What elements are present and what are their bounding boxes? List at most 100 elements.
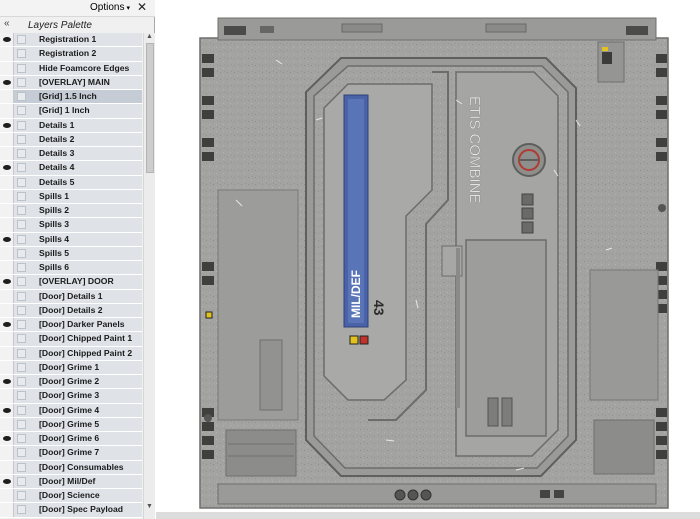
visibility-toggle[interactable] — [0, 218, 14, 232]
layer-lock-box[interactable] — [17, 419, 26, 429]
layer-lock-box[interactable] — [17, 149, 26, 158]
layer-row[interactable]: [Door] Details 1 — [0, 289, 142, 304]
scroll-down-arrow-icon[interactable]: ▼ — [146, 503, 153, 510]
visibility-toggle[interactable] — [0, 303, 14, 317]
visibility-toggle[interactable] — [0, 175, 14, 189]
visibility-toggle[interactable] — [0, 446, 14, 460]
layer-row[interactable]: Registration 1 — [0, 33, 142, 48]
close-icon[interactable]: ✕ — [137, 0, 147, 14]
visibility-toggle[interactable] — [0, 147, 14, 161]
visibility-toggle[interactable] — [0, 289, 14, 303]
visibility-toggle[interactable] — [0, 132, 14, 146]
layer-row[interactable]: [Door] Consumables — [0, 460, 142, 475]
visibility-toggle[interactable] — [0, 261, 14, 275]
visibility-toggle[interactable] — [0, 61, 14, 75]
visibility-toggle[interactable] — [0, 90, 14, 104]
layer-row[interactable]: [Door] Mil/Def — [0, 474, 142, 489]
layer-row[interactable]: [Door] Grime 4 — [0, 403, 142, 418]
layer-row[interactable]: Details 2 — [0, 132, 142, 147]
layer-row[interactable]: [Grid] 1.5 Inch — [0, 90, 142, 105]
layer-lock-box[interactable] — [17, 134, 26, 144]
visibility-toggle[interactable] — [0, 375, 14, 389]
visibility-toggle[interactable] — [0, 104, 14, 118]
layer-row[interactable]: [Door] Details 2 — [0, 303, 142, 318]
layer-row[interactable]: [Door] Spec Payload — [0, 503, 142, 518]
layer-row[interactable]: Details 1 — [0, 118, 142, 133]
visibility-toggle[interactable] — [0, 189, 14, 203]
layer-row[interactable]: Spills 1 — [0, 189, 142, 204]
layer-lock-box[interactable] — [17, 448, 26, 458]
visibility-toggle[interactable] — [0, 489, 14, 503]
layer-row[interactable]: [Door] Grime 1 — [0, 360, 142, 375]
visibility-toggle[interactable] — [0, 161, 14, 175]
layer-list-scrollbar[interactable]: ▲ ▼ — [143, 33, 155, 519]
visibility-toggle[interactable] — [0, 503, 14, 517]
scroll-thumb[interactable] — [146, 43, 154, 173]
layer-lock-box[interactable] — [17, 263, 26, 272]
layer-row[interactable]: Spills 6 — [0, 261, 142, 276]
collapse-chevron-icon[interactable]: « — [4, 18, 10, 29]
layer-lock-box[interactable] — [17, 234, 26, 244]
visibility-toggle[interactable] — [0, 33, 14, 47]
visibility-toggle[interactable] — [0, 232, 14, 246]
visibility-toggle[interactable] — [0, 275, 14, 289]
visibility-toggle[interactable] — [0, 47, 14, 61]
layer-row[interactable]: [Door] Chipped Paint 2 — [0, 346, 142, 361]
layer-row[interactable]: Hide Foamcore Edges — [0, 61, 142, 76]
layer-lock-box[interactable] — [17, 177, 26, 187]
layer-lock-box[interactable] — [17, 92, 26, 101]
layer-lock-box[interactable] — [17, 362, 26, 372]
layer-lock-box[interactable] — [17, 462, 26, 472]
layer-row[interactable]: Spills 3 — [0, 218, 142, 233]
visibility-toggle[interactable] — [0, 246, 14, 260]
layer-row[interactable]: [Grid] 1 Inch — [0, 104, 142, 119]
visibility-toggle[interactable] — [0, 360, 14, 374]
layer-row[interactable]: [Door] Grime 6 — [0, 432, 142, 447]
layer-row[interactable]: Details 5 — [0, 175, 142, 190]
layer-row[interactable]: Spills 2 — [0, 204, 142, 219]
layer-lock-box[interactable] — [17, 405, 26, 415]
layer-lock-box[interactable] — [17, 320, 26, 329]
layer-lock-box[interactable] — [17, 63, 26, 73]
visibility-toggle[interactable] — [0, 403, 14, 417]
layer-row[interactable]: Registration 2 — [0, 47, 142, 62]
visibility-toggle[interactable] — [0, 389, 14, 403]
layer-row[interactable]: [Door] Darker Panels — [0, 318, 142, 333]
layer-row[interactable]: Spills 4 — [0, 232, 142, 247]
layer-row[interactable]: [Door] Science — [0, 489, 142, 504]
layer-lock-box[interactable] — [17, 334, 26, 344]
visibility-toggle[interactable] — [0, 75, 14, 89]
layer-row[interactable]: Spills 5 — [0, 246, 142, 261]
layer-lock-box[interactable] — [17, 248, 26, 258]
layer-lock-box[interactable] — [17, 491, 26, 500]
layer-row[interactable]: [Door] Grime 3 — [0, 389, 142, 404]
layer-lock-box[interactable] — [17, 191, 26, 201]
layer-lock-box[interactable] — [17, 277, 26, 287]
layer-lock-box[interactable] — [17, 163, 26, 173]
options-menu-button[interactable]: Options ▾ — [90, 2, 130, 13]
layer-lock-box[interactable] — [17, 49, 26, 59]
visibility-toggle[interactable] — [0, 346, 14, 360]
layer-lock-box[interactable] — [17, 476, 26, 486]
visibility-toggle[interactable] — [0, 204, 14, 218]
layer-lock-box[interactable] — [17, 348, 26, 358]
layer-lock-box[interactable] — [17, 206, 26, 215]
visibility-toggle[interactable] — [0, 318, 14, 332]
visibility-toggle[interactable] — [0, 332, 14, 346]
layer-row[interactable]: [Door] Grime 5 — [0, 417, 142, 432]
layer-lock-box[interactable] — [17, 77, 26, 87]
layer-row[interactable]: Details 4 — [0, 161, 142, 176]
document-canvas[interactable]: MIL/DEF 43 ETIS COMBINE — [156, 0, 700, 519]
layer-lock-box[interactable] — [17, 120, 26, 130]
layer-lock-box[interactable] — [17, 434, 26, 443]
layer-lock-box[interactable] — [17, 291, 26, 301]
visibility-toggle[interactable] — [0, 118, 14, 132]
layer-row[interactable]: [Door] Chipped Paint 1 — [0, 332, 142, 347]
visibility-toggle[interactable] — [0, 417, 14, 431]
layer-lock-box[interactable] — [17, 377, 26, 386]
layer-row[interactable]: [Door] Grime 2 — [0, 375, 142, 390]
layer-lock-box[interactable] — [17, 220, 26, 230]
visibility-toggle[interactable] — [0, 474, 14, 488]
visibility-toggle[interactable] — [0, 432, 14, 446]
layer-row[interactable]: [OVERLAY] MAIN — [0, 75, 142, 90]
